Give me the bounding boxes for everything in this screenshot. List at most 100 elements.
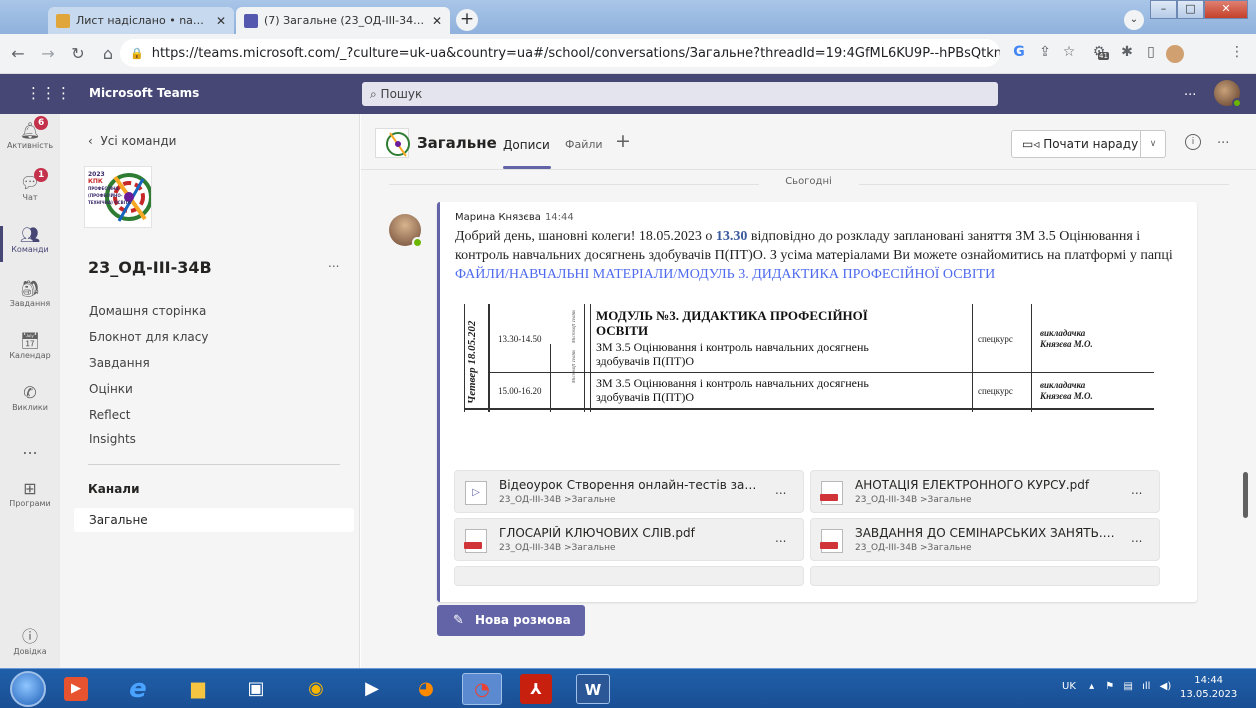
profile-avatar[interactable] [1166, 45, 1184, 63]
acrobat-icon[interactable]: ⅄ [520, 674, 552, 704]
channel-more-icon[interactable]: ... [1217, 132, 1229, 147]
table-line [972, 304, 973, 412]
rail-assignments[interactable]: 🎒︎ Завдання [0, 280, 60, 309]
meet-label: Почати нараду [1043, 137, 1139, 151]
channel-logo-image [386, 132, 410, 157]
browser-tab-teams[interactable]: (7) Загальне (23_ОД-ІІІ-34В) | M ✕ [236, 7, 450, 34]
system-clock[interactable]: 14:44 13.05.2023 [1180, 674, 1237, 702]
rail-calendar[interactable]: 📅︎ Календар [0, 332, 60, 361]
tab-posts[interactable]: Дописи [503, 138, 550, 152]
nav-reflect[interactable]: Reflect [89, 408, 130, 422]
channel-info-icon[interactable]: i [1185, 134, 1201, 150]
network-icon[interactable]: ▤ [1123, 681, 1132, 692]
team-more-options[interactable]: ... [328, 256, 339, 270]
attachment-more-icon[interactable]: ... [1131, 531, 1142, 545]
attachment-card[interactable]: ГЛОСАРІЙ КЛЮЧОВИХ СЛІВ.pdf 23_ОД-ІІІ-34В… [454, 518, 804, 561]
nav-grades[interactable]: Оцінки [89, 382, 133, 396]
attachment-card[interactable]: АНОТАЦІЯ ЕЛЕКТРОННОГО КУРСУ.pdf 23_ОД-ІІ… [810, 470, 1160, 513]
add-tab-button[interactable]: + [615, 130, 631, 152]
table-line [464, 408, 1154, 410]
new-tab-button[interactable]: + [456, 9, 478, 31]
play-icon[interactable]: ▶ [352, 673, 392, 705]
attachment-path: 23_ОД-ІІІ-34В >Загальне [855, 543, 972, 553]
nav-class-notebook[interactable]: Блокнот для класу [89, 330, 208, 344]
rail-label: Виклики [12, 403, 48, 412]
attachment-card[interactable]: ▷ Відеоурок Створення онлайн-тестів за д… [454, 470, 804, 513]
close-window-button[interactable]: ✕ [1204, 0, 1248, 19]
attachment-card-partial[interactable] [454, 566, 804, 586]
rail-apps[interactable]: ⊞ Програми [0, 480, 60, 509]
attachment-card-partial[interactable] [810, 566, 1160, 586]
extensions-puzzle-icon[interactable]: ✱ [1116, 44, 1138, 60]
nav-assignments[interactable]: Завдання [89, 356, 150, 370]
all-teams-label: Усі команди [100, 134, 177, 148]
new-conversation-button[interactable]: ✎ Нова розмова [437, 605, 585, 636]
channels-header: Канали [88, 482, 140, 496]
avast-icon[interactable]: ◉ [296, 673, 336, 705]
browser-tab-mail[interactable]: Лист надіслано • navchviddil@u ✕ [48, 7, 234, 34]
firefox-icon[interactable]: ◕ [406, 673, 446, 705]
post-folder-link[interactable]: ФАЙЛИ/НАВЧАЛЬНІ МАТЕРІАЛИ/МОДУЛЬ 3. ДИДА… [455, 267, 995, 282]
tray-expand-icon[interactable]: ▴ [1089, 681, 1094, 692]
extension-icon[interactable]: ⚙41 [1088, 44, 1110, 60]
volume-icon[interactable]: ◀) [1160, 681, 1172, 692]
flag-icon[interactable]: ⚑ [1105, 681, 1114, 692]
google-icon[interactable]: G [1008, 44, 1030, 60]
rail-calls[interactable]: ✆ Виклики [0, 384, 60, 413]
channel-item-general[interactable]: Загальне [74, 508, 354, 532]
start-button[interactable] [10, 671, 46, 707]
chrome-icon[interactable]: ◔ [462, 673, 502, 705]
attachment-more-icon[interactable]: ... [1131, 483, 1142, 497]
post-author[interactable]: Марина Князєва [455, 212, 541, 223]
settings-more-icon[interactable]: ... [1184, 84, 1196, 99]
back-icon[interactable]: ← [6, 44, 30, 63]
close-tab-icon[interactable]: ✕ [216, 14, 226, 28]
nav-home-page[interactable]: Домашня сторінка [89, 304, 206, 318]
system-tray: UK ▴ ⚑ ▤ ıll ◀) [1062, 681, 1171, 692]
close-tab-icon[interactable]: ✕ [432, 14, 442, 28]
tab-files[interactable]: Файли [565, 138, 603, 151]
rail-label: Програми [9, 499, 51, 508]
language-indicator[interactable]: UK [1062, 681, 1076, 692]
nav-insights[interactable]: Insights [89, 432, 136, 446]
maximize-button[interactable]: □ [1177, 0, 1204, 19]
side-panel-icon[interactable]: ▯ [1140, 44, 1162, 60]
rail-activity[interactable]: 🔔︎ 6 Активність [0, 116, 60, 151]
word-icon[interactable]: W [576, 674, 610, 704]
forward-icon[interactable]: → [36, 44, 60, 63]
internet-explorer-icon[interactable]: e [118, 673, 158, 705]
attachment-more-icon[interactable]: ... [775, 531, 786, 545]
schedule-type: спецкурс [978, 386, 1013, 396]
reload-icon[interactable]: ↻ [66, 44, 90, 63]
search-input[interactable]: ⌕ Пошук [362, 82, 998, 106]
scrollbar-thumb[interactable] [1243, 472, 1248, 518]
rail-help[interactable]: ⓘ Довідка [0, 628, 60, 657]
rail-chat[interactable]: 💬︎ 1 Чат [0, 168, 60, 203]
minimize-button[interactable]: – [1150, 0, 1177, 19]
file-explorer-icon[interactable]: ▆ [178, 673, 218, 705]
home-icon[interactable]: ⌂ [96, 44, 120, 63]
tab-search-icon[interactable]: ⌄ [1124, 10, 1144, 30]
address-bar[interactable]: 🔒 https://teams.microsoft.com/_?culture=… [120, 39, 1000, 67]
taskbar: ▶ e ▆ ▣ ◉ ▶ ◕ ◔ ⅄ W UK ▴ ⚑ ▤ ıll ◀) 14:4… [0, 668, 1256, 708]
save-icon[interactable]: ▣ [236, 673, 276, 705]
bookmark-star-icon[interactable]: ☆ [1058, 44, 1080, 60]
browser-menu-icon[interactable]: ⋮ [1226, 44, 1248, 60]
attachment-card[interactable]: ЗАВДАННЯ ДО СЕМІНАРСЬКИХ ЗАНЯТЬ.pdf 23_О… [810, 518, 1160, 561]
media-player-icon[interactable]: ▶ [64, 677, 88, 701]
rail-teams[interactable]: 👥︎ Команди [0, 226, 60, 255]
post-author-avatar[interactable] [389, 214, 423, 248]
start-meeting-button[interactable]: ▭◃ Почати нараду [1011, 130, 1141, 158]
rail-more-apps[interactable]: ... [0, 440, 60, 458]
schedule-type: спецкурс [978, 334, 1013, 344]
attachment-name: АНОТАЦІЯ ЕЛЕКТРОННОГО КУРСУ.pdf [855, 478, 1090, 492]
signal-icon[interactable]: ıll [1142, 681, 1150, 692]
schedule-image[interactable]: Четвер 18.05.202 Microsoft Teams Microso… [464, 304, 1154, 412]
user-avatar[interactable] [1212, 78, 1242, 108]
share-icon[interactable]: ⇪ [1034, 44, 1056, 60]
attachment-more-icon[interactable]: ... [775, 483, 786, 497]
table-line [550, 344, 551, 412]
all-teams-link[interactable]: ‹ Усі команди [88, 134, 176, 148]
meeting-dropdown-chevron-icon[interactable]: ∨ [1140, 130, 1166, 158]
app-launcher-icon[interactable]: ⋮⋮⋮ [26, 84, 71, 102]
